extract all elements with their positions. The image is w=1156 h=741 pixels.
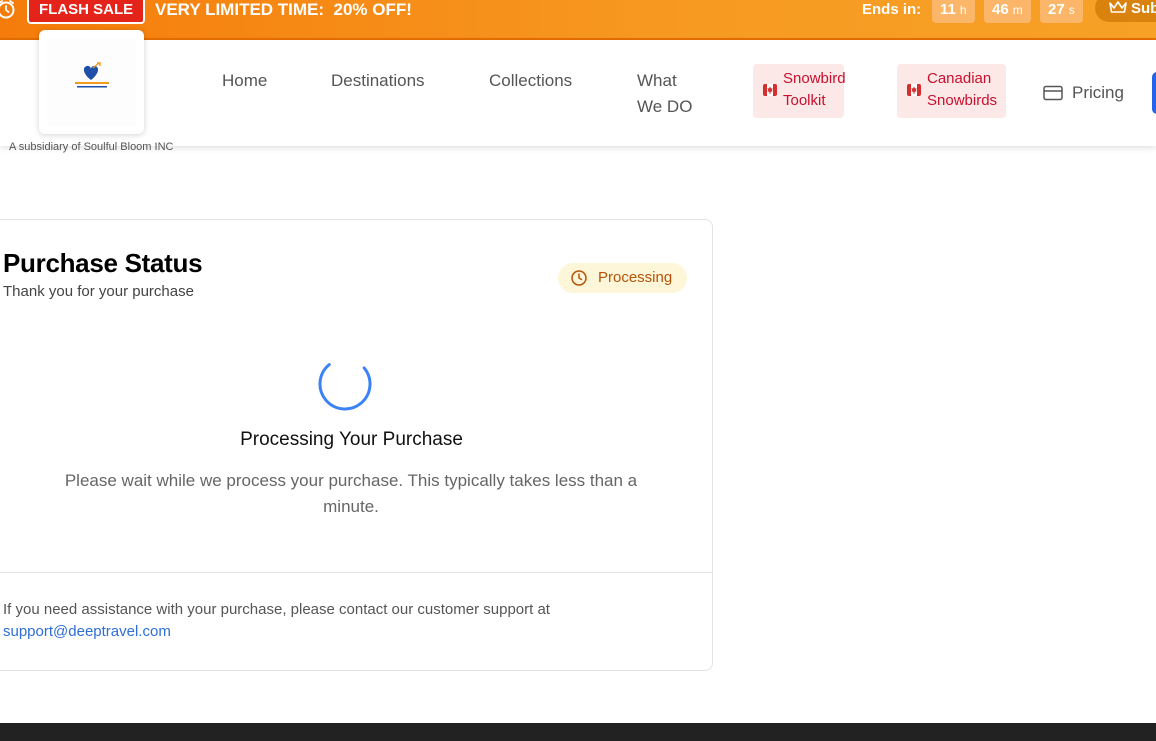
credit-card-icon — [1043, 85, 1063, 101]
status-badge: Processing — [558, 263, 687, 293]
nav-snowbird-toolkit[interactable]: Snowbird Toolkit — [753, 64, 846, 118]
nav-what-we-do-line2: We DO — [637, 97, 693, 116]
support-message: If you need assistance with your purchas… — [3, 599, 563, 643]
flash-sale-badge: FLASH SALE — [27, 0, 146, 24]
countdown-seconds-value: 27 — [1048, 1, 1065, 18]
nav-pricing[interactable]: Pricing — [1072, 80, 1124, 106]
crown-icon — [1109, 1, 1127, 13]
nav-canadian-snowbirds-label: Canadian Snowbirds — [927, 68, 997, 112]
purchase-status-card: Purchase Status Thank you for your purch… — [0, 219, 713, 671]
nav-snowbird-toolkit-label: Snowbird Toolkit — [783, 68, 846, 112]
processing-description: Please wait while we process your purcha… — [64, 471, 638, 516]
site-footer — [0, 723, 1156, 741]
page-subtitle: Thank you for your purchase — [3, 283, 194, 300]
header-cta-button[interactable] — [1152, 72, 1156, 114]
subscribe-button[interactable]: Sub — [1095, 0, 1156, 22]
countdown-minutes: 46 m — [984, 0, 1031, 23]
nav-canadian-snowbirds[interactable]: Canadian Snowbirds — [897, 64, 1006, 118]
divider — [0, 572, 712, 573]
heart-logo-icon — [75, 62, 109, 88]
page-title: Purchase Status — [3, 248, 203, 278]
countdown-minutes-value: 46 — [992, 1, 1009, 18]
countdown-hours-value: 11 — [940, 1, 956, 18]
nav-home[interactable]: Home — [222, 68, 267, 94]
processing-title: Processing Your Purchase — [240, 429, 463, 450]
canada-flag-icon — [907, 84, 921, 96]
status-label: Processing — [598, 269, 673, 286]
countdown-seconds: 27 s — [1040, 0, 1083, 23]
clock-icon — [571, 270, 587, 286]
countdown-minutes-unit: m — [1012, 3, 1023, 17]
nav-snowbird-toolkit-line1: Snowbird — [783, 70, 846, 87]
nav-what-we-do-line1: What — [637, 71, 677, 90]
nav-destinations[interactable]: Destinations — [331, 68, 425, 94]
flash-sale-banner: FLASH SALE VERY LIMITED TIME: 20% OFF! E… — [0, 0, 1156, 40]
logo — [47, 38, 136, 126]
nav-canadian-snowbirds-line1: Canadian — [927, 70, 992, 87]
support-email-link[interactable]: support@deeptravel.com — [3, 623, 171, 640]
countdown-label: Ends in: — [862, 1, 922, 18]
support-message-text: If you need assistance with your purchas… — [3, 601, 550, 618]
nav-collections[interactable]: Collections — [489, 68, 572, 94]
canada-flag-icon — [763, 84, 777, 96]
flash-sale-message: VERY LIMITED TIME: 20% OFF! — [155, 0, 412, 19]
nav-what-we-do[interactable]: What We DO — [637, 68, 692, 120]
countdown-hours-unit: h — [959, 3, 967, 17]
countdown-seconds-unit: s — [1068, 3, 1075, 17]
nav-canadian-snowbirds-line2: Snowbirds — [927, 92, 998, 109]
countdown-hours: 11 h — [932, 0, 975, 23]
subscribe-label: Sub — [1131, 0, 1156, 17]
logo-caption: A subsidiary of Soulful Bloom INC — [9, 141, 174, 153]
alarm-clock-icon — [0, 0, 15, 19]
site-header: A subsidiary of Soulful Bloom INC Home D… — [0, 30, 1156, 153]
logo-link[interactable] — [39, 30, 144, 134]
nav-snowbird-toolkit-line2: Toolkit — [783, 92, 826, 109]
loading-spinner-icon — [318, 357, 372, 411]
